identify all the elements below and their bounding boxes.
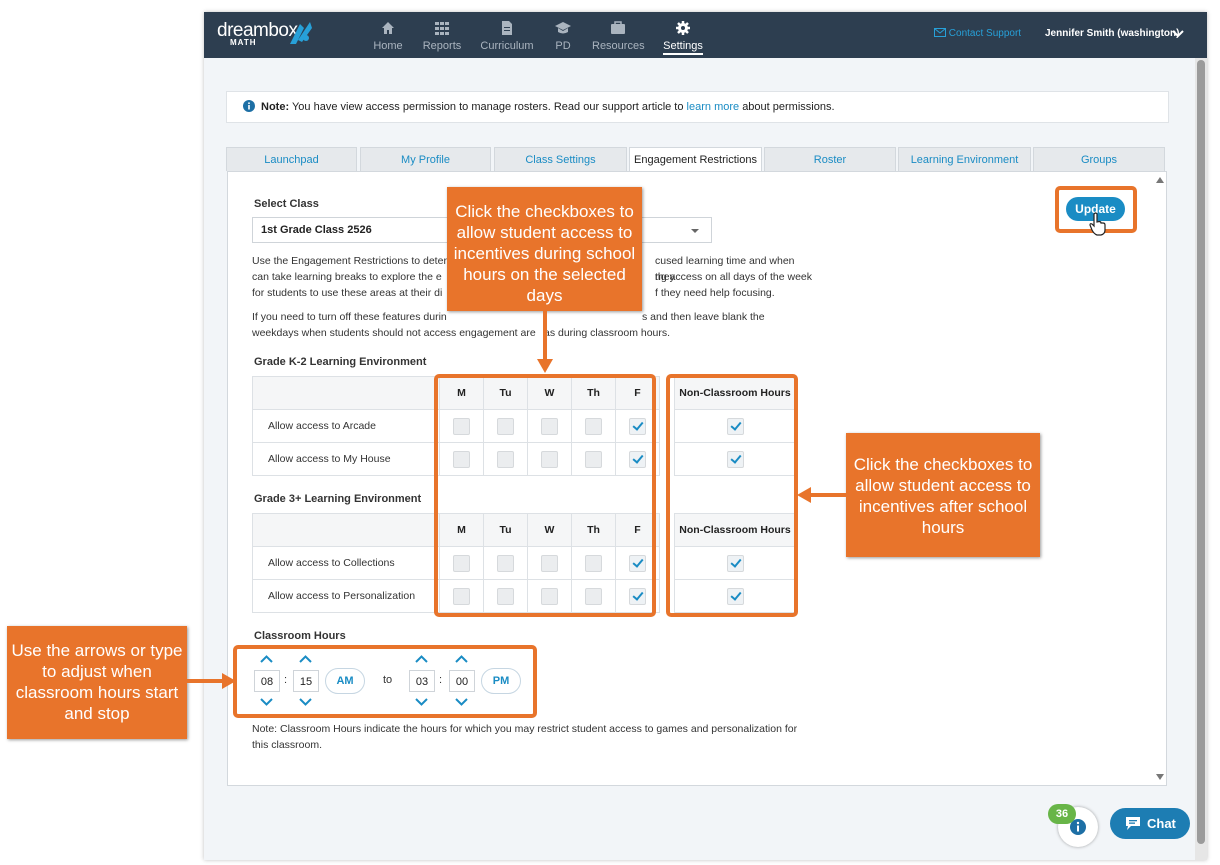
classroom-hours-label: Classroom Hours (254, 630, 346, 642)
non-classroom-column-highlight (666, 374, 798, 617)
tab-engagement-restrictions[interactable]: Engagement Restrictions (629, 147, 762, 172)
callout-classroom-hours: Use the arrows or type to adjust when cl… (7, 626, 187, 739)
nav-home[interactable]: Home (368, 17, 408, 53)
turn-off-line-1: If you need to turn off these features d… (252, 311, 447, 323)
logo-subtitle: MATH (230, 38, 257, 47)
notification-count-badge: 36 (1048, 804, 1076, 824)
tab-learning-environment[interactable]: Learning Environment (898, 147, 1031, 171)
tab-groups[interactable]: Groups (1033, 147, 1165, 171)
gear-icon (676, 21, 690, 35)
arrow-right-icon (186, 673, 236, 689)
weekday-columns-highlight (434, 374, 656, 617)
nav-pd-label: PD (555, 40, 571, 52)
footnote-line-2: this classroom. (252, 739, 323, 751)
briefcase-icon (611, 21, 625, 34)
intro-line-2: can take learning breaks to explore the … (252, 271, 442, 283)
intro-line-3-tail: f they need help focusing. (655, 287, 775, 299)
select-class-label: Select Class (254, 198, 319, 210)
intro-line-3: for students to use these areas at their… (252, 287, 443, 299)
turn-off-paragraph: If you need to turn off these features d… (252, 309, 812, 341)
intro-line-2-tail: ng access on all days of the week (655, 271, 813, 283)
intro-line-1: Use the Engagement Restrictions to deter (252, 255, 447, 267)
arrow-down-icon (537, 311, 553, 373)
row-label: Allow access to Arcade (252, 409, 440, 443)
nav-settings-label: Settings (663, 40, 703, 55)
user-menu[interactable]: Jennifer Smith (washington) (1045, 28, 1179, 39)
chevron-down-icon[interactable] (1172, 27, 1184, 39)
section-k2-title: Grade K-2 Learning Environment (254, 356, 427, 368)
nav-curriculum-label: Curriculum (480, 40, 534, 52)
row-label: Allow access to My House (252, 442, 440, 476)
contact-support-label: Contact Support (948, 28, 1022, 39)
callout-after-hours: Click the checkboxes to allow student ac… (846, 433, 1040, 557)
envelope-icon (934, 28, 946, 37)
document-icon (502, 21, 512, 35)
chat-label: Chat (1147, 816, 1176, 831)
hand-cursor-icon (1089, 212, 1106, 236)
grid-corner-cell (252, 376, 440, 410)
home-icon (382, 22, 394, 34)
panel-scrollbar[interactable] (1154, 172, 1166, 785)
grid-corner-cell (252, 513, 440, 547)
footnote-line-1: Note: Classroom Hours indicate the hours… (252, 723, 798, 735)
logo-mark-icon (290, 22, 312, 44)
permission-note-text: Note: You have view access permission to… (261, 101, 835, 113)
nav-home-label: Home (373, 40, 403, 52)
tab-class-settings[interactable]: Class Settings (494, 147, 627, 171)
nav-reports[interactable]: Reports (420, 17, 464, 53)
classroom-hours-footnote: Note: Classroom Hours indicate the hours… (252, 721, 832, 753)
nav-resources-label: Resources (592, 40, 645, 52)
nav-pd[interactable]: PD (551, 17, 575, 53)
turn-off-line-2-tail: as during classroom hours. (544, 327, 671, 339)
tab-my-profile[interactable]: My Profile (360, 147, 491, 171)
tab-launchpad[interactable]: Launchpad (226, 147, 357, 171)
info-icon (243, 100, 255, 112)
grid-icon (435, 22, 449, 35)
contact-support-link[interactable]: Contact Support (934, 28, 1021, 39)
top-navigation-bar: dreambox MATH Home Reports Curriculum PD… (204, 12, 1207, 58)
chat-button[interactable]: Chat (1110, 808, 1190, 839)
chat-bubble-icon (1126, 817, 1140, 830)
window-scrollbar-thumb[interactable] (1197, 60, 1205, 844)
note-tail: about permissions. (742, 101, 835, 113)
turn-off-line-1-tail: s and then leave blank the (642, 311, 765, 323)
callout-school-hours: Click the checkboxes to allow student ac… (447, 187, 642, 311)
graduation-cap-icon (555, 22, 571, 34)
class-select-value: 1st Grade Class 2526 (261, 224, 372, 236)
row-label: Allow access to Personalization (252, 579, 440, 613)
permission-note-banner: Note: You have view access permission to… (226, 91, 1169, 123)
nav-resources[interactable]: Resources (592, 17, 645, 53)
section-3plus-title: Grade 3+ Learning Environment (254, 493, 422, 505)
tab-roster[interactable]: Roster (764, 147, 896, 171)
note-body: You have view access permission to manag… (291, 101, 684, 113)
nav-curriculum[interactable]: Curriculum (480, 17, 534, 53)
classroom-hours-highlight (233, 645, 537, 718)
caret-down-icon (691, 229, 699, 233)
nav-reports-label: Reports (422, 40, 462, 52)
turn-off-line-2: weekdays when students should not access… (252, 327, 536, 339)
learn-more-link[interactable]: learn more (687, 101, 740, 113)
nav-settings[interactable]: Settings (663, 17, 703, 55)
note-prefix: Note: (261, 101, 290, 113)
arrow-left-icon (797, 487, 847, 503)
row-label: Allow access to Collections (252, 546, 440, 580)
